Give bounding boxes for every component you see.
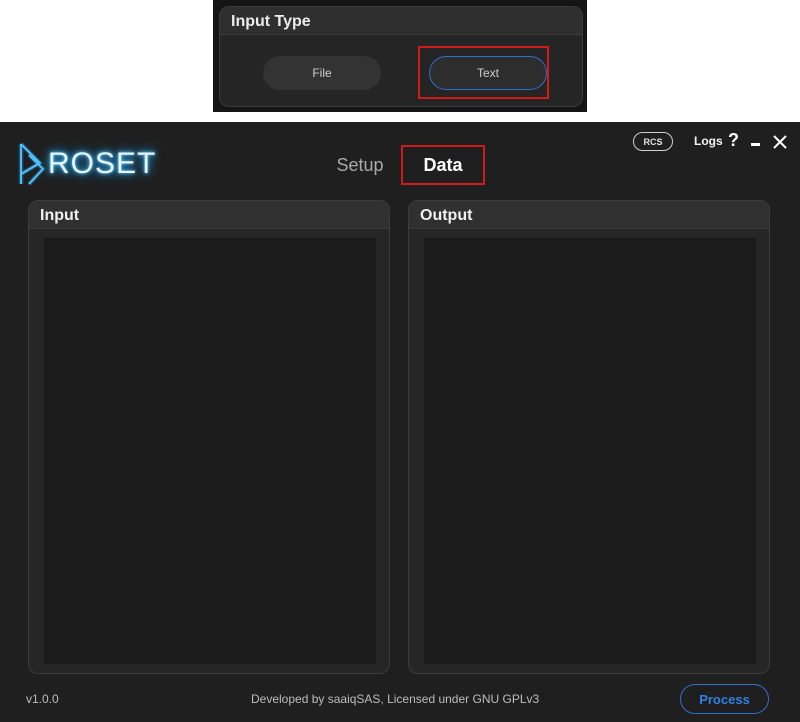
output-panel: Output [408, 200, 770, 674]
help-button[interactable]: ? [728, 130, 739, 151]
input-panel: Input [28, 200, 390, 674]
minimize-icon[interactable] [751, 143, 760, 146]
file-option-button[interactable]: File [263, 56, 381, 90]
output-text-area[interactable] [424, 238, 756, 664]
output-panel-title: Output [420, 207, 473, 224]
developer-credit: Developed by saaiqSAS, Licensed under GN… [251, 692, 540, 706]
logs-button[interactable]: Logs [694, 134, 723, 148]
roset-logo-icon [18, 142, 46, 186]
input-panel-header [29, 201, 389, 229]
input-type-title: Input Type [231, 13, 311, 30]
app-window: ROSET Setup Data RCS Logs ? Input Output… [0, 122, 800, 722]
highlight-data-tab [401, 145, 485, 185]
process-button[interactable]: Process [680, 684, 769, 714]
rcs-button[interactable]: RCS [633, 132, 673, 151]
tab-setup[interactable]: Setup [330, 146, 390, 184]
version-label: v1.0.0 [26, 692, 59, 706]
input-text-area[interactable] [44, 238, 376, 664]
highlight-text-option [418, 46, 549, 99]
input-panel-title: Input [40, 207, 80, 224]
roset-logo: ROSET [18, 140, 156, 188]
close-icon[interactable] [772, 134, 788, 150]
logo-text: ROSET [48, 147, 157, 180]
